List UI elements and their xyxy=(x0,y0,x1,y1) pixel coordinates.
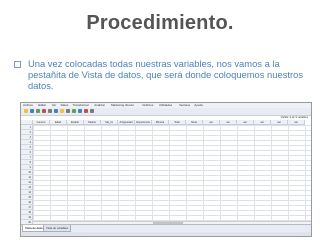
toolbar-button-icon[interactable] xyxy=(42,109,46,113)
toolbar-button-icon[interactable] xyxy=(84,109,88,113)
column-header[interactable]: Edad xyxy=(50,120,67,125)
toolbar-button-icon[interactable] xyxy=(48,109,52,113)
toolbar-button-icon[interactable] xyxy=(60,109,64,113)
visible-variables-info: Visible: 9 de 9 variables xyxy=(280,116,308,119)
tab-variable-view[interactable]: Vista de variables xyxy=(43,225,72,232)
column-header[interactable]: Salario xyxy=(84,120,101,125)
toolbar-button-icon[interactable] xyxy=(66,109,70,113)
column-header[interactable]: Sal_ini xyxy=(101,120,118,125)
bullet-text: Una vez colocadas todas nuestras variabl… xyxy=(28,58,304,91)
column-header[interactable]: Experiencia xyxy=(135,120,152,125)
bullet-square-icon xyxy=(14,61,21,68)
slide: Procedimiento. Una vez colocadas todas n… xyxy=(0,0,320,240)
toolbar-button-icon[interactable] xyxy=(54,109,58,113)
column-header[interactable]: Todo xyxy=(169,120,186,125)
column-header[interactable]: var xyxy=(237,120,254,125)
data-grid: Genero Edad Estado Salario Sal_ini Antiguedad… xyxy=(21,120,311,225)
column-header[interactable]: Genero xyxy=(33,120,50,125)
grid-cells[interactable] xyxy=(33,125,311,225)
spss-data-editor-screenshot: Archivo Editar Ver Datos Transformar Analizar… xyxy=(20,102,312,237)
toolbar-button-icon[interactable] xyxy=(90,109,94,113)
slide-title: Procedimiento. xyxy=(86,12,234,34)
column-header[interactable]: var xyxy=(271,120,288,125)
toolbar-button-icon[interactable] xyxy=(72,109,76,113)
toolbar-button-icon[interactable] xyxy=(36,109,40,113)
column-header[interactable]: Nivel xyxy=(186,120,203,125)
column-header[interactable]: Antiguedad xyxy=(118,120,135,125)
column-header[interactable]: Estado xyxy=(67,120,84,125)
toolbar-button-icon[interactable] xyxy=(24,109,28,113)
column-header[interactable]: var xyxy=(203,120,220,125)
toolbar-button-icon[interactable] xyxy=(30,109,34,113)
status-bar xyxy=(21,232,311,236)
column-header[interactable]: var xyxy=(220,120,237,125)
toolbar xyxy=(21,108,311,116)
column-header[interactable]: Minoria xyxy=(152,120,169,125)
column-header[interactable]: var xyxy=(254,120,271,125)
column-header[interactable]: var xyxy=(288,120,305,125)
view-tabs: Vista de datos Vista de variables xyxy=(21,224,311,232)
toolbar-button-icon[interactable] xyxy=(78,109,82,113)
